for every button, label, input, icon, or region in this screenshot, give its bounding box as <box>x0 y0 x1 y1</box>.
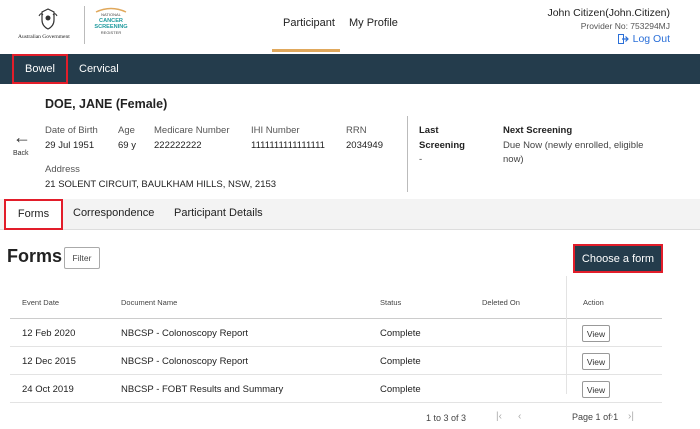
cell-document-name: NBCSP - Colonoscopy Report <box>121 328 249 339</box>
filter-button[interactable]: Filter <box>64 247 100 269</box>
col-deleted-on[interactable]: Deleted On <box>482 298 520 307</box>
address-label: Address <box>45 164 80 175</box>
table-row: 24 Oct 2019 NBCSP - FOBT Results and Sum… <box>10 375 662 403</box>
view-button[interactable]: View <box>582 325 610 342</box>
next-page-icon[interactable]: › <box>610 411 613 422</box>
view-button[interactable]: View <box>582 381 610 398</box>
table-row: 12 Dec 2015 NBCSP - Colonoscopy Report C… <box>10 347 662 375</box>
prev-page-icon[interactable]: ‹ <box>518 411 521 422</box>
last-screening-label-line1: Last <box>419 125 439 136</box>
col-event-date[interactable]: Event Date <box>22 298 59 307</box>
cell-status: Complete <box>380 328 421 339</box>
info-divider <box>407 116 408 192</box>
cell-event-date: 12 Dec 2015 <box>22 356 76 367</box>
ncsr-logo-text: NATIONAL CANCER SCREENING REGISTER <box>94 12 128 35</box>
ihi-value: 1111111111111111 <box>251 140 325 151</box>
logo-divider <box>84 6 85 44</box>
program-bar: Bowel Cervical <box>0 54 700 84</box>
logout-label: Log Out <box>632 33 670 45</box>
cell-status: Complete <box>380 384 421 395</box>
cell-event-date: 24 Oct 2019 <box>22 384 74 395</box>
last-screening-label-line2: Screening <box>419 140 465 151</box>
dob-label: Date of Birth <box>45 125 98 136</box>
page-total: 1 <box>613 412 619 422</box>
header: Australian Government NATIONAL CANCER SC… <box>0 0 700 54</box>
rrn-label: RRN <box>346 125 367 136</box>
age-value: 69 y <box>118 140 136 151</box>
rrn-value: 2034949 <box>346 140 383 151</box>
back-label: Back <box>13 150 29 157</box>
address-value: 21 SOLENT CIRCUIT, BAULKHAM HILLS, NSW, … <box>45 179 277 190</box>
next-screening-value-line1: Due Now (newly enrolled, eligible <box>503 140 644 151</box>
col-action: Action <box>583 298 604 307</box>
first-page-icon[interactable]: |‹ <box>496 411 502 422</box>
forms-title: Forms <box>7 246 63 266</box>
logout-link[interactable]: Log Out <box>617 33 670 45</box>
medicare-value: 222222222 <box>154 140 202 151</box>
logout-icon <box>617 34 629 44</box>
col-status[interactable]: Status <box>380 298 401 307</box>
last-screening-value: - <box>419 154 423 165</box>
ncsr-logo[interactable]: NATIONAL CANCER SCREENING REGISTER <box>88 6 134 46</box>
cell-document-name: NBCSP - FOBT Results and Summary <box>121 384 284 395</box>
australian-government-logo[interactable]: Australian Government <box>18 8 78 44</box>
provider-number: Provider No: 753294MJ <box>580 21 670 31</box>
back-arrow-icon: ← <box>13 127 31 147</box>
next-screening-value-line2: now) <box>503 154 524 165</box>
nav-my-profile[interactable]: My Profile <box>349 17 398 29</box>
cell-document-name: NBCSP - Colonoscopy Report <box>121 356 249 367</box>
user-name: John Citizen(John.Citizen) <box>547 7 670 19</box>
cell-status: Complete <box>380 356 421 367</box>
cell-event-date: 12 Feb 2020 <box>22 328 76 339</box>
age-label: Age <box>118 125 135 136</box>
page-number[interactable]: 1 <box>596 412 601 422</box>
col-document-name[interactable]: Document Name <box>121 298 177 307</box>
participant-name: DOE, JANE (Female) <box>45 97 168 111</box>
pager-range: 1 to 3 of 3 <box>426 413 467 423</box>
active-nav-underline <box>272 49 340 52</box>
crest-icon <box>38 8 58 30</box>
page-label: Page <box>572 412 594 422</box>
tab-forms[interactable]: Forms <box>4 199 63 230</box>
ihi-label: IHI Number <box>251 125 300 136</box>
choose-form-button[interactable]: Choose a form <box>573 244 663 273</box>
last-page-icon[interactable]: ›| <box>628 411 634 422</box>
nav-participant[interactable]: Participant <box>283 17 335 29</box>
view-button[interactable]: View <box>582 353 610 370</box>
tab-participant-details[interactable]: Participant Details <box>174 199 263 230</box>
back-button[interactable]: ← Back <box>13 127 39 160</box>
table-row: 12 Feb 2020 NBCSP - Colonoscopy Report C… <box>10 319 662 347</box>
medicare-label: Medicare Number <box>154 125 230 136</box>
gov-logo-text: Australian Government <box>18 34 70 40</box>
section-tabs: Forms Correspondence Participant Details <box>0 199 700 230</box>
tab-bowel[interactable]: Bowel <box>12 54 68 84</box>
tab-cervical[interactable]: Cervical <box>79 54 119 84</box>
tab-correspondence[interactable]: Correspondence <box>73 199 154 230</box>
next-screening-label: Next Screening <box>503 125 573 136</box>
dob-value: 29 Jul 1951 <box>45 140 95 151</box>
